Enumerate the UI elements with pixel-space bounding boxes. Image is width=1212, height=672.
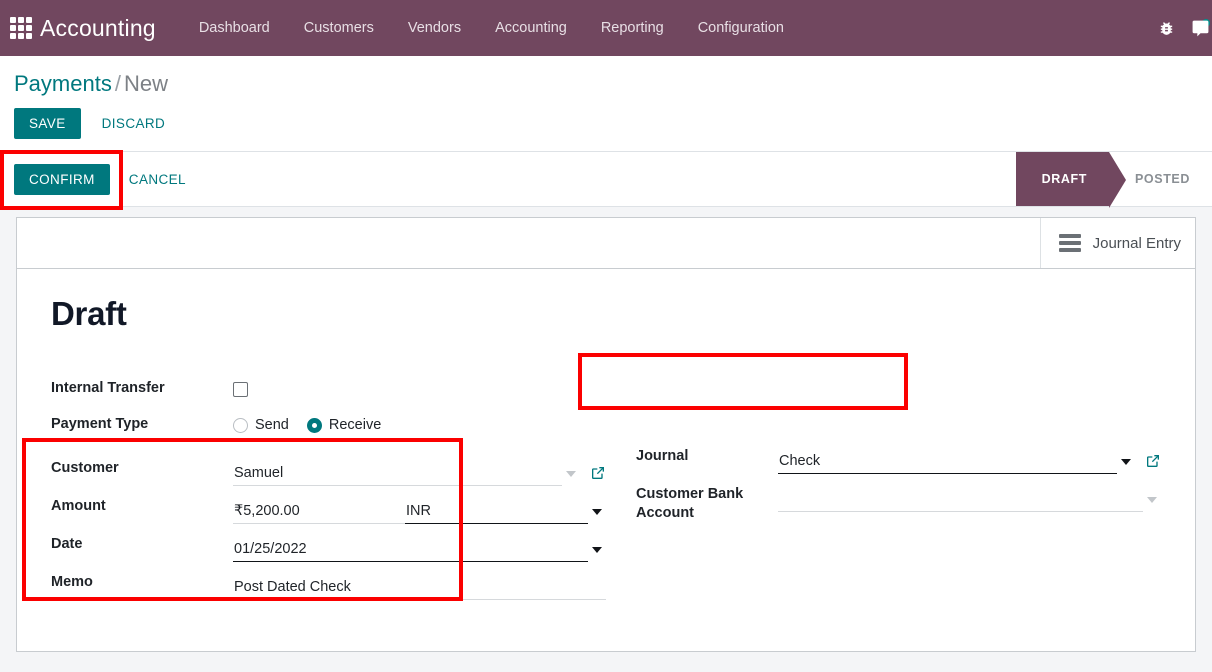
field-label-journal: Journal [636,448,689,464]
field-label-date: Date [51,536,83,552]
control-panel: Payments / New SAVE DISCARD CONFIRM CANCEL… [0,56,1212,208]
main-menu: Dashboard Customers Vendors Accounting R… [182,0,801,56]
payment-type-radio-group: Send Receive [233,412,606,433]
apps-grid-icon[interactable] [8,15,34,41]
save-button[interactable]: SAVE [14,108,81,139]
radio-send-icon[interactable] [233,417,248,433]
smart-button-journal-entry-label: Journal Entry [1092,234,1181,252]
form-column-right: Journal Check Customer Bank Account [606,373,1161,601]
field-label-customer-bank-account: Customer Bank Account [636,479,778,523]
field-label-customer-bank-account-line1: Customer Bank [636,486,744,502]
customer-bank-account-chevron-down-icon[interactable] [1147,497,1157,503]
field-amount: Amount ₹5,200.00 INR [51,491,606,525]
field-internal-transfer: Internal Transfer [51,373,606,407]
field-journal: Journal Check [636,441,1161,475]
status-bar: DRAFT POSTED [1015,152,1212,208]
breadcrumb-parent-payments[interactable]: Payments [14,71,112,96]
field-control-customer-bank-account [778,479,1161,512]
top-navbar: Accounting Dashboard Customers Vendors A… [0,0,1212,56]
field-label-customer: Customer [51,460,119,476]
field-control-journal: Check [778,441,1161,474]
currency-chevron-down-icon[interactable] [592,509,602,515]
customer-bank-account-input-wrap [778,482,1161,512]
cancel-button[interactable]: CANCEL [116,164,199,195]
bug-icon[interactable] [1158,20,1175,37]
breadcrumb-current-new: New [123,71,168,96]
menu-item-configuration[interactable]: Configuration [681,0,801,56]
date-chevron-down-icon[interactable] [592,547,602,553]
field-label-internal-transfer: Internal Transfer [51,380,165,396]
menu-item-accounting[interactable]: Accounting [478,0,584,56]
breadcrumb-separator: / [114,71,121,96]
memo-input-wrap: Post Dated Check [233,570,606,600]
field-control-payment-type: Send Receive [233,409,606,433]
date-input[interactable]: 01/25/2022 [233,541,588,562]
amount-input[interactable]: ₹5,200.00 [233,503,405,524]
internal-transfer-checkbox[interactable] [233,382,248,397]
journal-external-link-icon[interactable] [1145,453,1161,469]
field-payment-type: Payment Type Send Receive [51,409,606,443]
menu-item-customers[interactable]: Customers [287,0,391,56]
currency-input[interactable]: INR [405,503,588,524]
breadcrumb: Payments / New [0,56,1212,102]
sheet-container: Journal Entry Draft Internal Transfer Pa… [0,207,1212,652]
memo-input[interactable]: Post Dated Check [233,579,606,600]
radio-option-send[interactable]: Send [233,417,289,433]
journal-input-wrap: Check [778,444,1161,474]
field-control-date: 01/25/2022 [233,529,606,562]
smart-button-journal-entry[interactable]: Journal Entry [1039,218,1195,268]
form-columns: Internal Transfer Payment Type Send Rece… [51,373,1161,601]
form-column-left: Internal Transfer Payment Type Send Rece… [51,373,606,601]
action-status-bar: CONFIRM CANCEL DRAFT POSTED [0,151,1212,208]
menu-item-dashboard[interactable]: Dashboard [182,0,287,56]
field-control-memo: Post Dated Check [233,567,606,600]
field-customer: Customer Samuel [51,453,606,487]
chevron-down-icon[interactable] [566,471,576,477]
customer-input[interactable]: Samuel [233,465,562,486]
radio-option-receive[interactable]: Receive [306,417,382,433]
field-date: Date 01/25/2022 [51,529,606,563]
chat-bubble-icon[interactable] [1191,18,1210,38]
radio-label-send: Send [255,417,289,433]
date-input-wrap: 01/25/2022 [233,532,606,562]
amount-input-wrap: ₹5,200.00 [233,494,405,524]
form-sheet: Journal Entry Draft Internal Transfer Pa… [16,217,1196,652]
navbar-right-tools [1158,0,1212,56]
form-body: Draft Internal Transfer Payment Type Sen… [17,269,1195,651]
page-title: Draft [51,295,127,332]
bars-icon [1058,234,1081,252]
field-label-customer-bank-account-line2: Account [636,505,694,521]
field-label-payment-type: Payment Type [51,416,149,432]
radio-label-receive: Receive [328,417,382,433]
amount-row: ₹5,200.00 INR [233,494,606,524]
field-memo: Memo Post Dated Check [51,567,606,601]
status-badge-draft[interactable]: DRAFT [1015,152,1127,208]
journal-input[interactable]: Check [778,453,1117,474]
customer-bank-account-input[interactable] [778,491,1143,512]
menu-item-vendors[interactable]: Vendors [391,0,478,56]
field-label-amount: Amount [51,498,106,514]
journal-chevron-down-icon[interactable] [1121,459,1131,465]
currency-input-wrap: INR [405,494,606,524]
app-brand-title[interactable]: Accounting [40,15,156,42]
field-control-amount: ₹5,200.00 INR [233,491,606,524]
field-control-internal-transfer [233,373,606,397]
field-customer-bank-account: Customer Bank Account [636,479,1161,523]
menu-item-reporting[interactable]: Reporting [584,0,681,56]
radio-receive-icon[interactable] [306,417,322,433]
field-control-customer: Samuel [233,453,606,486]
discard-button[interactable]: DISCARD [89,108,179,139]
customer-input-wrap: Samuel [233,456,606,486]
record-edit-buttons: SAVE DISCARD [0,102,1212,151]
workflow-buttons: CONFIRM CANCEL [14,163,199,195]
field-label-memo: Memo [51,574,93,590]
customer-external-link-icon[interactable] [590,465,606,481]
confirm-button[interactable]: CONFIRM [14,163,110,195]
smart-button-bar: Journal Entry [17,217,1195,269]
